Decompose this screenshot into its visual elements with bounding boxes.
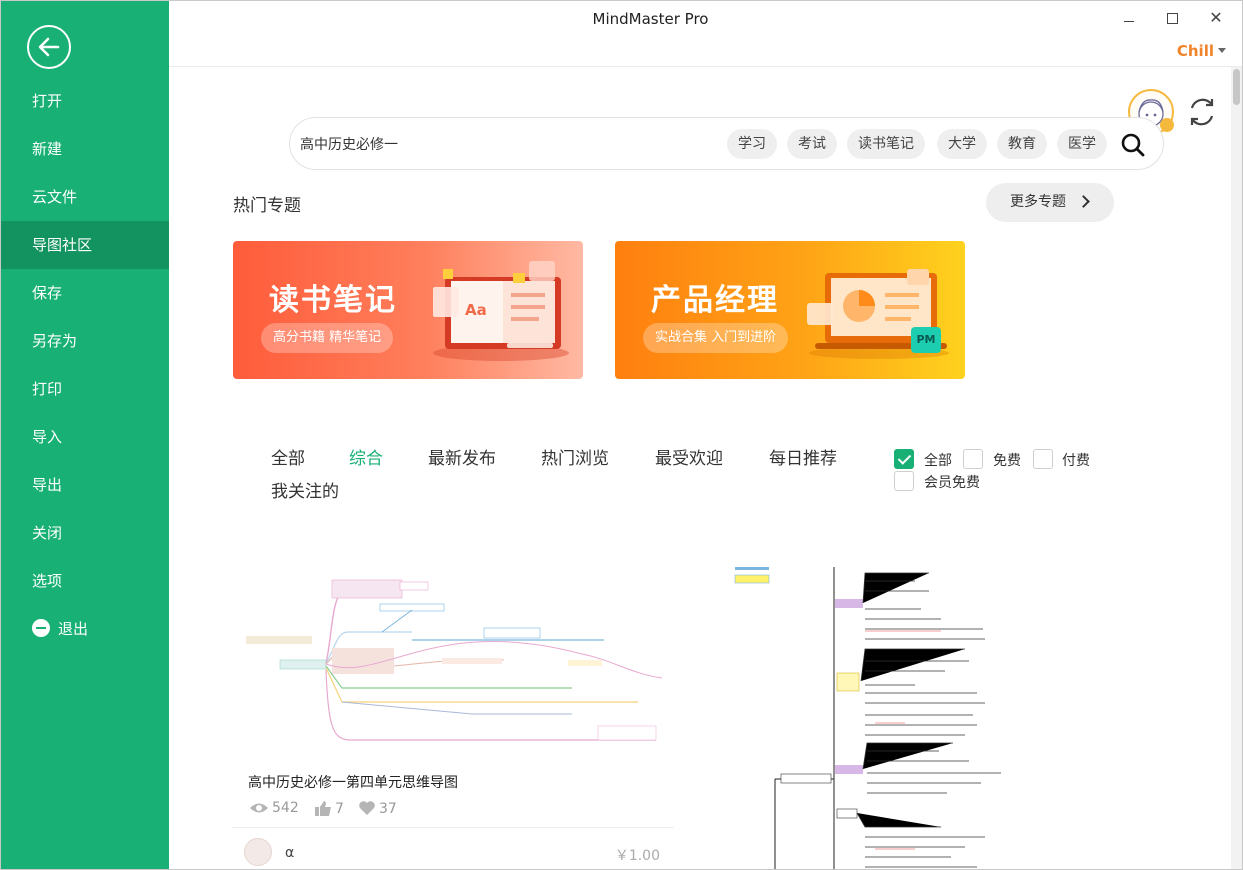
- author-name[interactable]: α: [285, 845, 294, 861]
- tag-university[interactable]: 大学: [937, 129, 987, 159]
- tab-comprehensive[interactable]: 综合: [349, 444, 383, 469]
- tag-study[interactable]: 学习: [727, 129, 777, 159]
- sidebar-item-new[interactable]: 新建: [1, 125, 169, 173]
- checkbox-free[interactable]: [963, 449, 983, 469]
- sidebar-item-import[interactable]: 导入: [1, 413, 169, 461]
- tab-all[interactable]: 全部: [271, 444, 305, 469]
- arrow-left-icon: [38, 37, 60, 57]
- sidebar-item-cloud-files[interactable]: 云文件: [1, 173, 169, 221]
- checkbox-label: 付费: [1062, 453, 1090, 469]
- view-count-value: 542: [272, 800, 299, 816]
- open-book-illustration-icon: Aa: [433, 261, 569, 361]
- svg-text:Aa: Aa: [465, 301, 487, 319]
- tag-medicine[interactable]: 医学: [1057, 129, 1107, 159]
- view-count: 542: [249, 800, 299, 816]
- sidebar-item-open[interactable]: 打开: [1, 77, 169, 125]
- vertical-scrollbar[interactable]: [1231, 67, 1242, 869]
- tag-education[interactable]: 教育: [997, 129, 1047, 159]
- chevron-right-icon: [1077, 195, 1090, 208]
- thumbs-up-icon: [315, 801, 331, 816]
- like-count-value: 7: [335, 801, 344, 817]
- card-divider: [232, 827, 674, 828]
- checkbox-member-free[interactable]: [894, 471, 914, 491]
- caret-down-icon: [1218, 48, 1226, 53]
- mindmaster-window: 打开 新建 云文件 导图社区 保存 另存为 打印 导入 导出 关闭 选项 退出 …: [0, 0, 1243, 870]
- user-menu[interactable]: Chill: [1177, 42, 1226, 60]
- eye-icon: [250, 803, 268, 813]
- checkbox-price-all[interactable]: [894, 449, 914, 469]
- pm-badge: PM: [911, 327, 941, 353]
- user-name: Chill: [1176, 42, 1214, 60]
- vip-badge-icon: [1160, 118, 1174, 132]
- hot-topics-heading: 热门专题: [233, 196, 301, 216]
- favorite-count: 37: [358, 800, 397, 817]
- banner-title: 读书笔记: [269, 283, 397, 318]
- sidebar-item-close[interactable]: 关闭: [1, 509, 169, 557]
- tab-following[interactable]: 我关注的: [271, 477, 339, 502]
- more-topics-button[interactable]: 更多专题: [986, 183, 1114, 222]
- banner-title: 产品经理: [651, 283, 779, 318]
- like-count: 7: [314, 800, 344, 817]
- sidebar-item-save[interactable]: 保存: [1, 269, 169, 317]
- price-label: ￥1.00: [614, 848, 660, 864]
- tab-most-liked[interactable]: 最受欢迎: [655, 444, 723, 469]
- sidebar-item-export[interactable]: 导出: [1, 461, 169, 509]
- sidebar-item-print[interactable]: 打印: [1, 365, 169, 413]
- favorite-count-value: 37: [379, 801, 397, 817]
- checkbox-label: 会员免费: [924, 475, 980, 491]
- mindmap-card[interactable]: [715, 561, 1015, 869]
- community-search-bar: 学习 考试 读书笔记 大学 教育 医学: [289, 117, 1164, 170]
- maximize-button[interactable]: [1159, 7, 1185, 29]
- mindmap-card[interactable]: 高中历史必修一第四单元思维导图 542 7 37 α ￥1.00: [232, 574, 674, 869]
- heart-icon: [359, 801, 375, 815]
- mindmap-thumbnail-image: [232, 574, 674, 754]
- banner-subtitle: 实战合集 入门到进阶: [643, 323, 789, 353]
- card-title: 高中历史必修一第四单元思维导图: [248, 775, 458, 791]
- banner-product-manager[interactable]: 产品经理 实战合集 入门到进阶 PM: [615, 241, 965, 379]
- checkbox-label: 全部: [924, 453, 952, 469]
- sidebar-item-exit[interactable]: 退出: [1, 605, 169, 653]
- tag-exam[interactable]: 考试: [787, 129, 837, 159]
- search-input[interactable]: [300, 132, 600, 156]
- close-button[interactable]: ✕: [1203, 7, 1229, 29]
- checkbox-label: 免费: [993, 453, 1021, 469]
- search-icon[interactable]: [1120, 132, 1146, 158]
- banner-reading-notes[interactable]: 读书笔记 高分书籍 精华笔记 Aa: [233, 241, 583, 379]
- refresh-icon[interactable]: [1185, 95, 1219, 129]
- sidebar-item-exit-label: 退出: [58, 620, 89, 638]
- banner-subtitle: 高分书籍 精华笔记: [261, 323, 394, 353]
- more-topics-label: 更多专题: [1010, 194, 1066, 210]
- minimize-button[interactable]: [1116, 7, 1142, 29]
- sidebar-item-save-as[interactable]: 另存为: [1, 317, 169, 365]
- app-title: MindMaster Pro: [592, 10, 709, 28]
- title-bar: MindMaster Pro ✕ Chill: [169, 1, 1242, 67]
- scrollbar-thumb[interactable]: [1233, 69, 1240, 105]
- tag-reading-notes[interactable]: 读书笔记: [847, 129, 925, 159]
- tab-hot-views[interactable]: 热门浏览: [541, 444, 609, 469]
- minus-circle-icon: [32, 619, 50, 637]
- mindmap-thumbnail-image: [734, 567, 1001, 869]
- tab-daily-picks[interactable]: 每日推荐: [769, 444, 837, 469]
- file-menu-sidebar: 打开 新建 云文件 导图社区 保存 另存为 打印 导入 导出 关闭 选项 退出: [1, 1, 169, 869]
- sidebar-item-options[interactable]: 选项: [1, 557, 169, 605]
- tab-latest[interactable]: 最新发布: [428, 444, 496, 469]
- back-button[interactable]: [27, 25, 71, 69]
- checkbox-paid[interactable]: [1033, 449, 1053, 469]
- sidebar-item-community[interactable]: 导图社区: [1, 221, 169, 269]
- author-avatar[interactable]: [244, 838, 272, 866]
